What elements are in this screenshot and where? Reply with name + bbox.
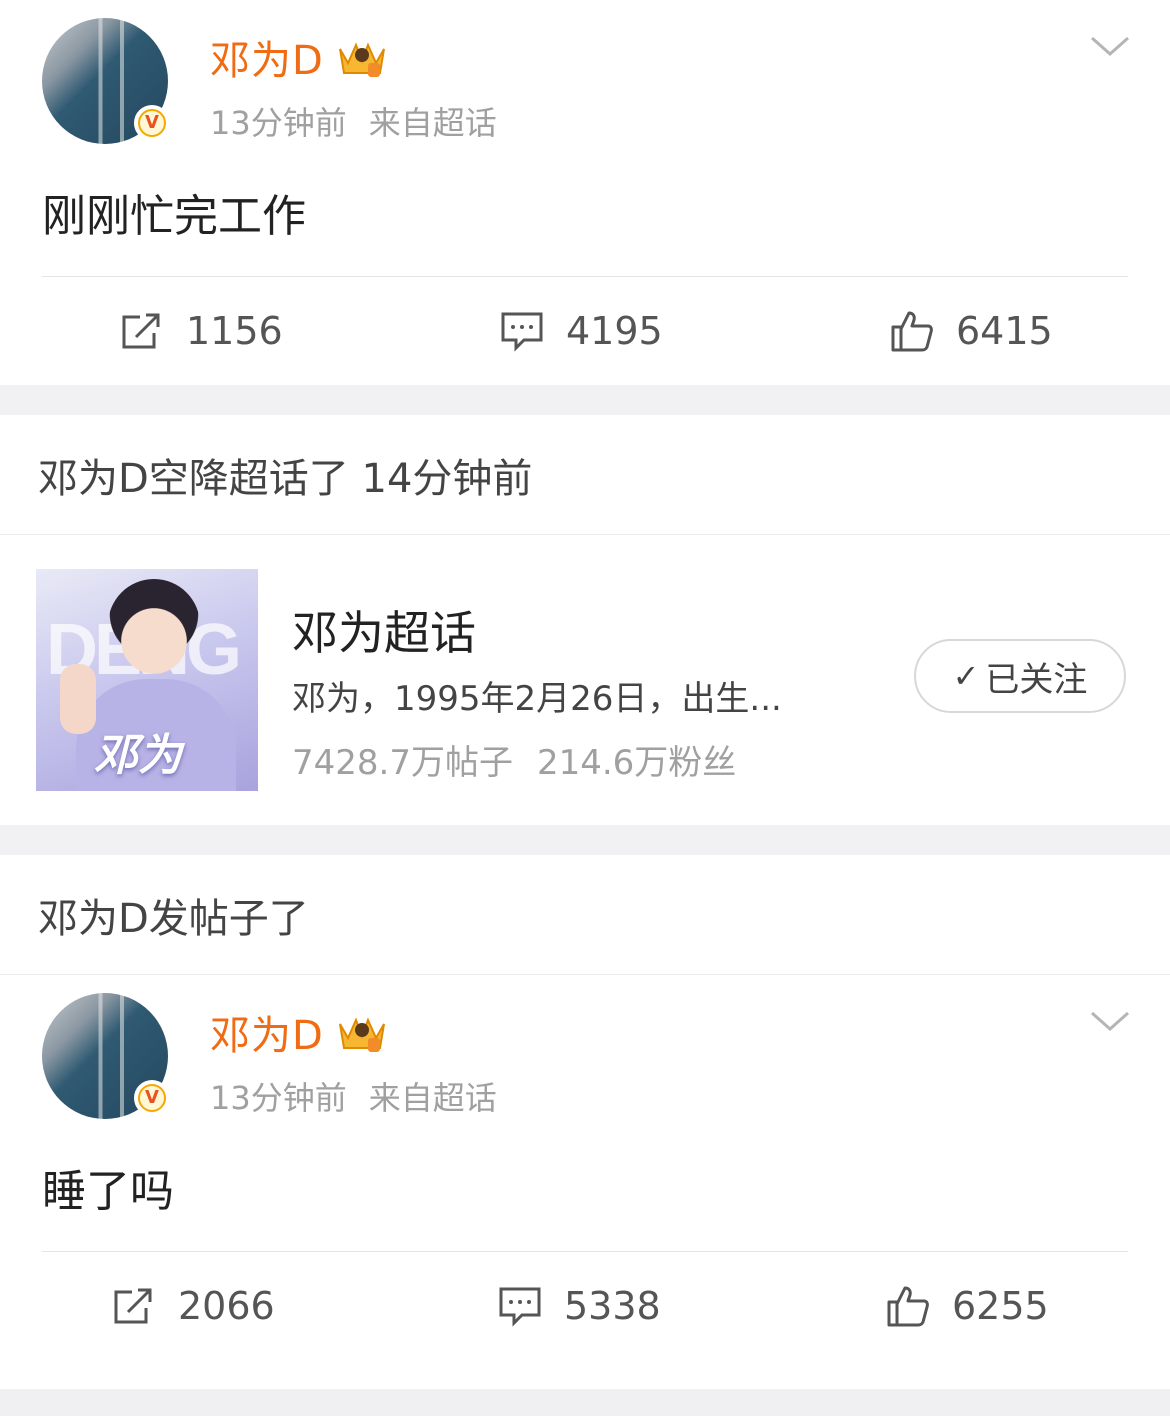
chevron-down-icon[interactable] [1090,36,1130,58]
author-name-text[interactable]: 邓为D [210,1003,324,1061]
repost-count: 2066 [178,1284,275,1328]
cover-figure-hand [60,664,96,734]
like-count: 6255 [952,1284,1049,1328]
comment-button[interactable]: 4195 [500,295,663,367]
repost-button[interactable]: 2066 [112,1270,275,1342]
action-bar: 2066 5338 6255 [0,1270,1170,1342]
like-icon [887,1286,929,1327]
section-gap [0,825,1170,855]
section-header: 邓为D发帖子了 [0,855,1170,975]
topic-fan-count: 214.6万粉丝 [536,743,737,783]
repost-icon [122,313,160,349]
topic-post-count: 7428.7万帖子 [292,743,513,783]
author-name[interactable]: 邓为D [210,28,390,86]
post-content[interactable]: 睡了吗 [42,1155,174,1219]
comment-icon [499,1287,541,1327]
post-meta: 13分钟前 来自超话 [210,1073,497,1119]
repost-icon [114,1288,152,1324]
author-name[interactable]: 邓为D [210,1003,390,1061]
post-time: 13分钟前 [210,1079,347,1117]
post-card[interactable]: V 邓为D 13分钟前 来自超话 刚刚忙完工作 1156 4195 6415 [0,0,1170,385]
topic-section: 邓为D空降超话了 14分钟前 DENG 邓为 邓为超话 邓为，1995年2月26… [0,415,1170,825]
author-name-text[interactable]: 邓为D [210,28,324,86]
cover-figure-head [108,579,200,679]
topic-title[interactable]: 邓为超话 [292,597,476,663]
topic-cover-image[interactable]: DENG 邓为 [36,569,258,791]
verified-badge-icon: V [134,1080,170,1116]
action-bar: 1156 4195 6415 [0,295,1170,367]
followed-button[interactable]: ✓ 已关注 [914,639,1126,713]
avatar[interactable]: V [42,18,170,144]
repost-button[interactable]: 1156 [120,295,283,367]
chevron-down-icon[interactable] [1090,1011,1130,1033]
comment-button[interactable]: 5338 [498,1270,661,1342]
like-icon [891,311,933,352]
post-meta: 13分钟前 来自超话 [210,98,497,144]
post-content[interactable]: 刚刚忙完工作 [42,180,306,244]
like-button[interactable]: 6255 [886,1270,1049,1342]
crown-icon [338,42,385,77]
comment-icon [501,312,543,352]
repost-count: 1156 [186,309,283,353]
verified-badge-icon: V [134,105,170,141]
avatar[interactable]: V [42,993,170,1119]
comment-count: 5338 [564,1284,661,1328]
section-header: 邓为D空降超话了 14分钟前 [0,415,1170,535]
like-button[interactable]: 6415 [890,295,1053,367]
verified-badge-letter: V [140,1086,164,1110]
verified-badge-letter: V [140,111,164,135]
post-card[interactable]: V 邓为D 13分钟前 来自超话 睡了吗 2066 5338 6255 [0,975,1170,1389]
topic-card[interactable]: DENG 邓为 邓为超话 邓为，1995年2月26日，出生... 7428.7万… [0,535,1170,825]
post-source[interactable]: 来自超话 [369,1079,497,1117]
post-source[interactable]: 来自超话 [369,104,497,142]
divider [42,276,1128,277]
post-time: 13分钟前 [210,104,347,142]
comment-count: 4195 [566,309,663,353]
topic-stats: 7428.7万帖子 214.6万粉丝 [292,735,736,784]
like-count: 6415 [956,309,1053,353]
divider [42,1251,1128,1252]
section-gap [0,385,1170,415]
cover-caption: 邓为 [94,730,182,781]
check-icon: ✓ [952,657,980,695]
follow-label: 已关注 [985,659,1088,700]
new-post-section: 邓为D发帖子了 [0,855,1170,975]
topic-description: 邓为，1995年2月26日，出生... [292,679,782,719]
crown-icon [338,1017,385,1052]
